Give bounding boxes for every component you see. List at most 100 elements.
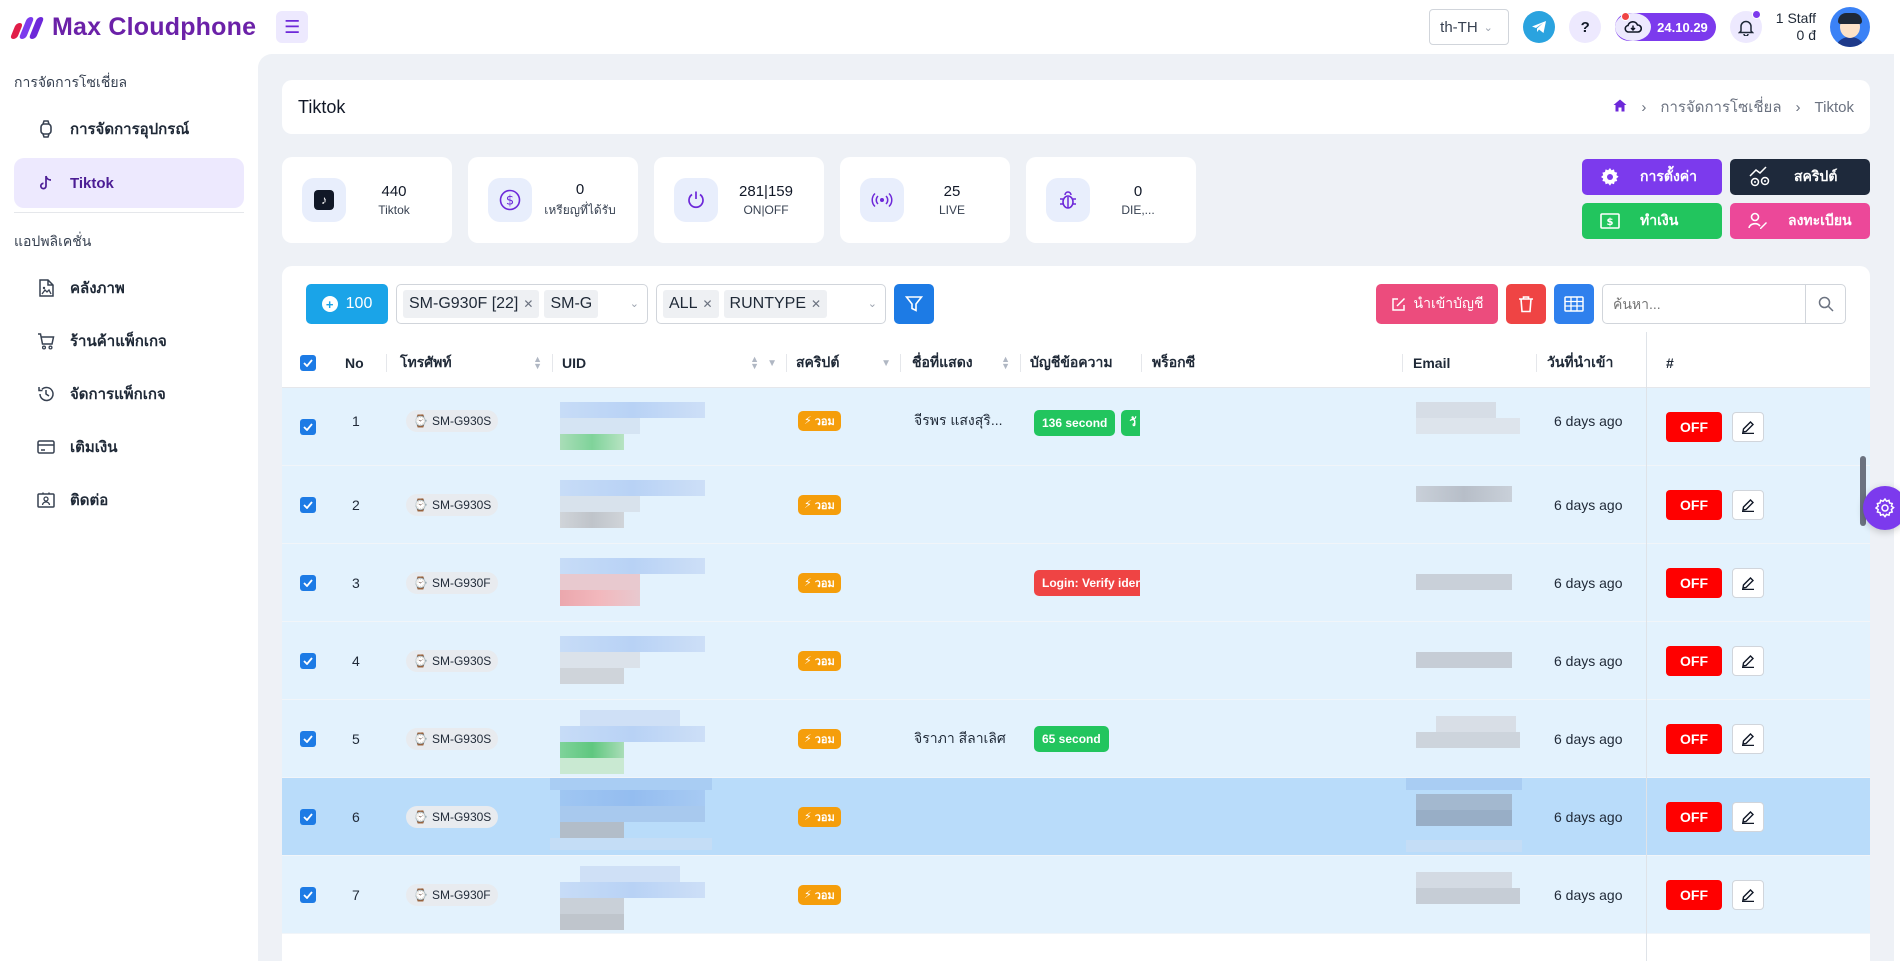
script-tag[interactable]: ⚡ วอม <box>798 572 841 593</box>
sidebar-item-package-store[interactable]: ร้านค้าแพ็กเกจ <box>14 316 244 366</box>
script-tag[interactable]: ⚡ วอม <box>798 806 841 827</box>
filter-chip[interactable]: ALL ✕ <box>663 290 719 318</box>
edit-button[interactable] <box>1732 489 1764 520</box>
add-count-button[interactable]: + 100 <box>306 284 388 324</box>
table-view-button[interactable] <box>1554 284 1594 324</box>
search-button[interactable] <box>1805 285 1845 323</box>
home-icon[interactable] <box>1613 99 1627 116</box>
table-row[interactable]: 5 ⌚ SM-G930S ⚡ วอม จิราภา สีลาเลิศ 65 seco… <box>282 700 1870 778</box>
bolt-icon: ⚡ <box>804 499 812 511</box>
row-checkbox[interactable] <box>300 388 316 465</box>
table-row[interactable]: 7 ⌚ SM-G930F ⚡ วอม 6 days ago OFF <box>282 856 1870 934</box>
device-tag[interactable]: ⌚ SM-G930S <box>406 649 499 672</box>
sidebar-item-tiktok[interactable]: Tiktok <box>14 158 244 208</box>
row-checkbox[interactable] <box>300 700 316 777</box>
close-icon[interactable]: ✕ <box>811 297 821 311</box>
column-header-proxy: พร็อกซี <box>1152 354 1196 370</box>
sidebar-item-top-up[interactable]: เติมเงิน <box>14 422 244 472</box>
avatar[interactable] <box>1830 7 1870 47</box>
status-toggle-button[interactable]: OFF <box>1666 879 1722 910</box>
settings-button[interactable]: การตั้งค่า <box>1582 159 1722 195</box>
language-select[interactable]: th-TH ⌄ <box>1429 9 1510 45</box>
device-tag[interactable]: ⌚ SM-G930S <box>406 805 499 828</box>
menu-toggle-button[interactable]: ☰ <box>276 11 309 43</box>
close-icon[interactable]: ✕ <box>523 297 533 311</box>
notification-button[interactable] <box>1729 10 1762 43</box>
filter-button[interactable] <box>894 284 934 324</box>
row-checkbox[interactable] <box>300 856 316 933</box>
floating-settings-button[interactable] <box>1863 486 1900 530</box>
column-header-display-name[interactable]: ชื่อที่แสดง ▲ ▼ <box>912 338 1010 388</box>
column-header-script[interactable]: สคริปต์ ▼ <box>796 338 891 388</box>
table-row[interactable]: 3 ⌚ SM-G930F ⚡ วอม Login: Verify iden 6 da… <box>282 544 1870 622</box>
edit-button[interactable] <box>1732 879 1764 910</box>
table-row[interactable]: 1 ⌚ SM-G930S ⚡ วอม จีรพร แสงสุริ... 136 se… <box>282 388 1870 466</box>
column-header-uid[interactable]: UID ▲ ▼ ▼ <box>562 338 777 388</box>
delete-button[interactable] <box>1506 284 1546 324</box>
broadcast-icon <box>860 178 904 222</box>
sidebar-item-manage-packages[interactable]: จัดการแพ็กเกจ <box>14 369 244 419</box>
status-toggle-button[interactable]: OFF <box>1666 723 1722 754</box>
device-tag[interactable]: ⌚ SM-G930S <box>406 493 499 516</box>
accounts-card: + 100 SM-G930F [22] ✕ SM-G ⌄ ALL ✕ RUNTYPE… <box>282 266 1870 961</box>
column-header-phone[interactable]: โทรศัพท์ ▲ ▼ <box>400 338 542 388</box>
script-tag[interactable]: ⚡ วอม <box>798 728 841 749</box>
edit-button[interactable] <box>1732 411 1764 442</box>
sidebar-item-gallery[interactable]: คลังภาพ <box>14 263 244 313</box>
edit-button[interactable] <box>1732 645 1764 676</box>
row-checkbox[interactable] <box>300 466 316 543</box>
filter-chip[interactable]: RUNTYPE ✕ <box>723 290 828 318</box>
device-tag[interactable]: ⌚ SM-G930F <box>406 571 498 594</box>
row-checkbox[interactable] <box>300 622 316 699</box>
app-logo[interactable]: Max Cloudphone <box>9 13 256 42</box>
device-tag[interactable]: ⌚ SM-G930S <box>406 409 499 432</box>
sidebar-item-devices[interactable]: การจัดการอุปกรณ์ <box>14 104 244 154</box>
type-filter-select[interactable]: ALL ✕ RUNTYPE ✕ ⌄ <box>656 284 886 324</box>
filter-chip[interactable]: SM-G930F [22] ✕ <box>403 290 540 318</box>
stat-value: 440 <box>381 183 407 200</box>
edit-button[interactable] <box>1732 801 1764 832</box>
earn-button[interactable]: $ ทำเงิน <box>1582 203 1722 239</box>
script-tag[interactable]: ⚡ วอม <box>798 410 841 431</box>
status-toggle-button[interactable]: OFF <box>1666 489 1722 520</box>
row-checkbox[interactable] <box>300 778 316 855</box>
telegram-button[interactable] <box>1523 11 1556 43</box>
watch-icon: ⌚ <box>413 497 428 512</box>
script-tag[interactable]: ⚡ วอม <box>798 884 841 905</box>
script-button[interactable]: สคริปต์ <box>1730 159 1870 195</box>
filter-chip[interactable]: SM-G <box>544 290 599 318</box>
status-toggle-button[interactable]: OFF <box>1666 801 1722 832</box>
edit-button[interactable] <box>1732 567 1764 598</box>
sidebar-item-label: การจัดการอุปกรณ์ <box>70 121 190 138</box>
select-all-checkbox[interactable] <box>300 338 316 388</box>
search-input[interactable] <box>1603 285 1805 323</box>
page-title: Tiktok <box>298 96 346 117</box>
count-value: 100 <box>345 295 373 312</box>
device-filter-select[interactable]: SM-G930F [22] ✕ SM-G ⌄ <box>396 284 648 324</box>
table-row[interactable]: 2 ⌚ SM-G930S ⚡ วอม 6 days ago OFF <box>282 466 1870 544</box>
bolt-icon: ⚡ <box>804 577 812 589</box>
header-right: th-TH ⌄ ? 24.10.29 1 Staff 0 đ <box>1429 7 1870 47</box>
device-tag[interactable]: ⌚ SM-G930S <box>406 727 499 750</box>
script-tag[interactable]: ⚡ วอม <box>798 650 841 671</box>
status-toggle-button[interactable]: OFF <box>1666 645 1722 676</box>
sort-icon: ▲ ▼ <box>533 354 542 371</box>
trash-icon <box>1519 296 1533 313</box>
row-checkbox[interactable] <box>300 544 316 621</box>
device-tag[interactable]: ⌚ SM-G930F <box>406 883 498 906</box>
pencil-icon <box>1742 498 1754 512</box>
version-badge[interactable]: 24.10.29 <box>1615 12 1716 41</box>
status-toggle-button[interactable]: OFF <box>1666 567 1722 598</box>
edit-button[interactable] <box>1732 723 1764 754</box>
register-button[interactable]: ลงทะเบียน <box>1730 203 1870 239</box>
user-info[interactable]: 1 Staff 0 đ <box>1776 10 1816 44</box>
breadcrumb-item[interactable]: การจัดการโซเชี่ยล <box>1660 95 1781 119</box>
sidebar-item-contact[interactable]: ติดต่อ <box>14 475 244 525</box>
table-row[interactable]: 6 ⌚ SM-G930S ⚡ วอม 6 days ago OFF <box>282 778 1870 856</box>
script-tag[interactable]: ⚡ วอม <box>798 494 841 515</box>
close-icon[interactable]: ✕ <box>702 297 712 311</box>
help-button[interactable]: ? <box>1569 11 1602 43</box>
status-toggle-button[interactable]: OFF <box>1666 411 1722 442</box>
import-accounts-button[interactable]: นำเข้าบัญชี <box>1376 284 1498 324</box>
table-row[interactable]: 4 ⌚ SM-G930S ⚡ วอม 6 days ago OFF <box>282 622 1870 700</box>
